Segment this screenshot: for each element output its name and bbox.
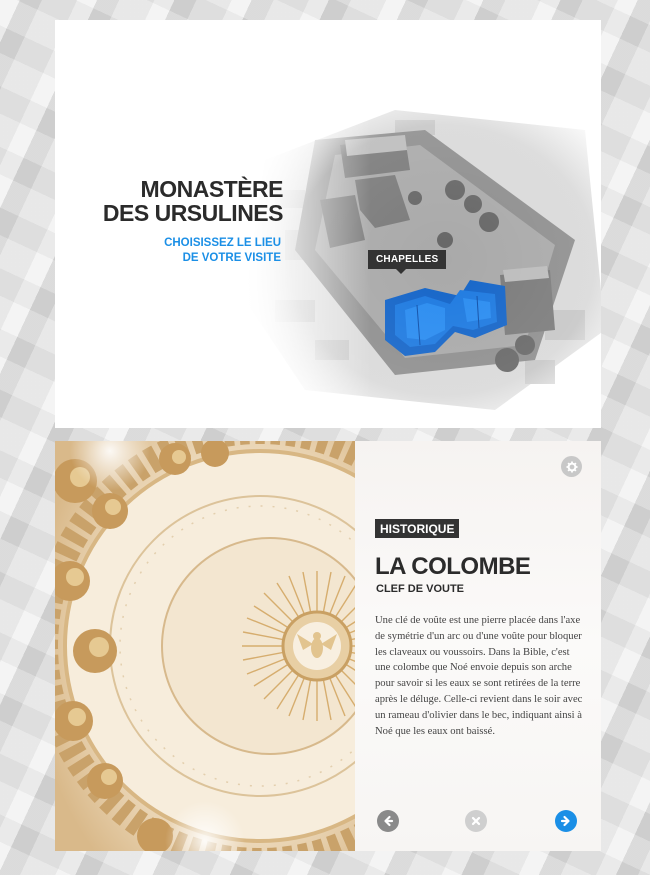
settings-button[interactable] xyxy=(561,456,582,477)
page-title: MONASTÈRE DES URSULINES xyxy=(102,176,284,226)
close-button[interactable] xyxy=(465,810,487,832)
title-line-1: MONASTÈRE xyxy=(140,176,284,202)
detail-screen: HISTORIQUE LA COLOMBE CLEF DE VOUTE Une … xyxy=(55,441,601,851)
item-title: LA COLOMBE xyxy=(375,553,531,580)
item-subtitle: CLEF DE VOUTE xyxy=(376,583,465,595)
next-button[interactable] xyxy=(555,810,577,832)
arrow-left-icon xyxy=(384,815,394,827)
arrow-right-icon xyxy=(560,815,570,827)
item-description: Une clé de voûte est une pierre placée d… xyxy=(375,615,583,737)
location-label-chapelles[interactable]: CHAPELLES xyxy=(368,250,447,274)
gear-icon xyxy=(566,461,577,472)
map-screen: MONASTÈRE DES URSULINES CHOISISSEZ LE LI… xyxy=(55,20,601,428)
subtitle-line-2: DE VOTRE VISITE xyxy=(182,252,281,264)
previous-button[interactable] xyxy=(377,810,399,832)
info-panel: HISTORIQUE LA COLOMBE CLEF DE VOUTE Une … xyxy=(355,441,601,851)
subtitle-line-1: CHOISISSEZ LE LIEU xyxy=(164,237,281,249)
ceiling-photo xyxy=(55,441,355,851)
close-icon xyxy=(471,816,481,826)
page-subtitle: CHOISISSEZ LE LIEU DE VOTRE VISITE xyxy=(164,236,281,266)
category-badge: HISTORIQUE xyxy=(375,519,460,538)
title-line-2: DES URSULINES xyxy=(102,200,284,226)
